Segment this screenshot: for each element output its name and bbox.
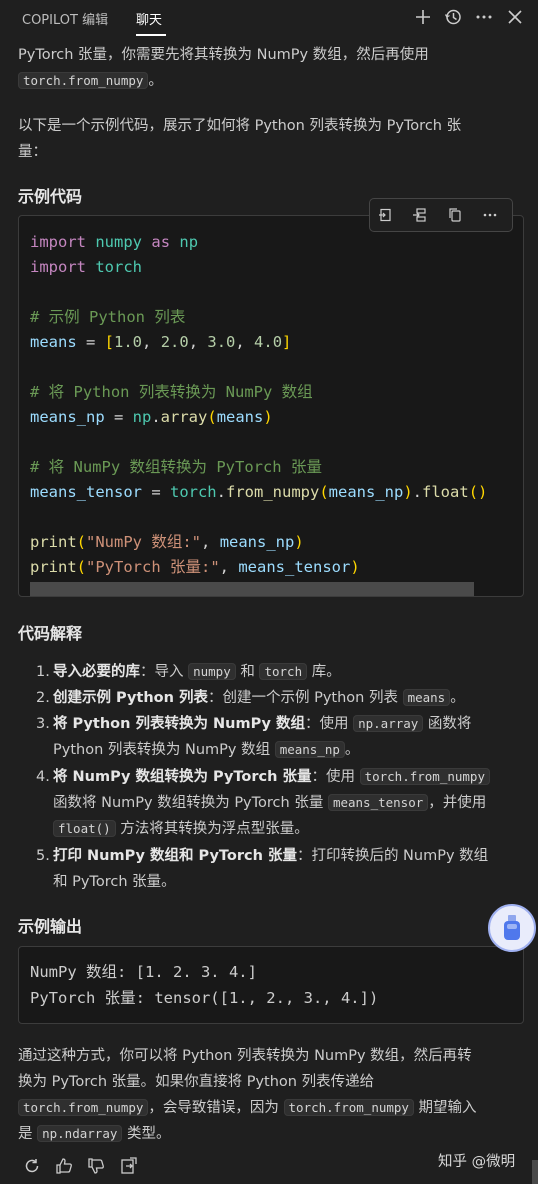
tab-chat[interactable]: 聊天	[136, 9, 162, 28]
insert-into-new-file-icon[interactable]	[118, 1156, 138, 1176]
code-line: print("PyTorch 张量:", means_tensor)	[30, 558, 360, 576]
tab-copilot-edits[interactable]: COPILOT 编辑	[22, 9, 108, 28]
outro-paragraph: 通过这种方式，你可以将 Python 列表转换为 NumPy 数组，然后再转 换…	[18, 1048, 477, 1142]
thumbs-down-icon[interactable]	[86, 1156, 106, 1176]
list-item: 2. 创建示例 Python 列表：创建一个示例 Python 列表 means…	[36, 689, 465, 706]
intro-text-2: 以下是一个示例代码，展示了如何将 Python 列表转换为 PyTorch 张	[18, 118, 462, 134]
horizontal-scrollbar[interactable]	[30, 582, 474, 596]
code-line: means_np = np.array(means)	[30, 408, 273, 426]
more-actions-icon[interactable]	[481, 206, 499, 224]
section-heading-example-output: 示例输出	[18, 917, 83, 936]
more-icon[interactable]	[473, 6, 495, 28]
active-tab-indicator	[136, 34, 166, 36]
intro-text-1: PyTorch 张量，你需要先将其转换为 NumPy 数组，然后再使用	[18, 47, 429, 63]
watermark: 知乎 @微明	[438, 1154, 516, 1170]
chat-header: COPILOT 编辑 聊天	[0, 0, 538, 36]
usb-drive-icon	[504, 915, 520, 940]
code-comment: # 示例 Python 列表	[30, 308, 186, 326]
copy-icon[interactable]	[446, 206, 464, 224]
retry-icon[interactable]	[22, 1156, 42, 1176]
code-line: import torch	[30, 258, 143, 276]
apply-in-editor-icon[interactable]	[376, 206, 394, 224]
code-comment: # 将 Python 列表转换为 NumPy 数组	[30, 383, 313, 401]
insert-at-cursor-icon[interactable]	[411, 206, 429, 224]
intro-text-end: 。	[148, 73, 163, 89]
code-line: means = [1.0, 2.0, 3.0, 4.0]	[30, 333, 292, 351]
code-line: means_tensor = torch.from_numpy(means_np…	[30, 483, 488, 501]
list-item: 4. 将 NumPy 数组转换为 PyTorch 张量：使用 torch.fro…	[36, 764, 526, 842]
close-icon[interactable]	[504, 6, 526, 28]
section-heading-code-explanation: 代码解释	[18, 624, 83, 643]
section-heading-example-code: 示例代码	[18, 187, 83, 206]
list-item: 1. 导入必要的库：导入 numpy 和 torch 库。	[36, 663, 341, 680]
vertical-scrollbar[interactable]	[532, 1160, 538, 1184]
thumbs-up-icon[interactable]	[54, 1156, 74, 1176]
output-line: PyTorch 张量: tensor([1., 2., 3., 4.])	[30, 989, 379, 1007]
code-block-toolbar	[369, 198, 513, 232]
history-icon[interactable]	[442, 6, 464, 28]
inline-code: torch.from_numpy	[18, 72, 149, 89]
intro-paragraph-2: 以下是一个示例代码，展示了如何将 Python 列表转换为 PyTorch 张 …	[18, 113, 518, 165]
floating-assistant-button[interactable]	[488, 904, 536, 952]
plus-icon[interactable]	[412, 6, 434, 28]
intro-text-3: 量：	[18, 144, 47, 160]
list-item: 5. 打印 NumPy 数组和 PyTorch 张量：打印转换后的 NumPy …	[36, 848, 489, 890]
code-comment: # 将 NumPy 数组转换为 PyTorch 张量	[30, 458, 322, 476]
list-item: 3. 将 Python 列表转换为 NumPy 数组：使用 np.array 函…	[36, 715, 472, 758]
code-line: import numpy as np	[30, 233, 199, 251]
code-line: print("NumPy 数组:", means_np)	[30, 533, 304, 551]
output-code-block[interactable]: NumPy 数组: [1. 2. 3. 4.] PyTorch 张量: tens…	[18, 946, 524, 1024]
output-line: NumPy 数组: [1. 2. 3. 4.]	[30, 963, 257, 981]
intro-paragraph: PyTorch 张量，你需要先将其转换为 NumPy 数组，然后再使用 torc…	[18, 42, 518, 94]
code-block[interactable]: import numpy as np import torch # 示例 Pyt…	[18, 215, 524, 597]
